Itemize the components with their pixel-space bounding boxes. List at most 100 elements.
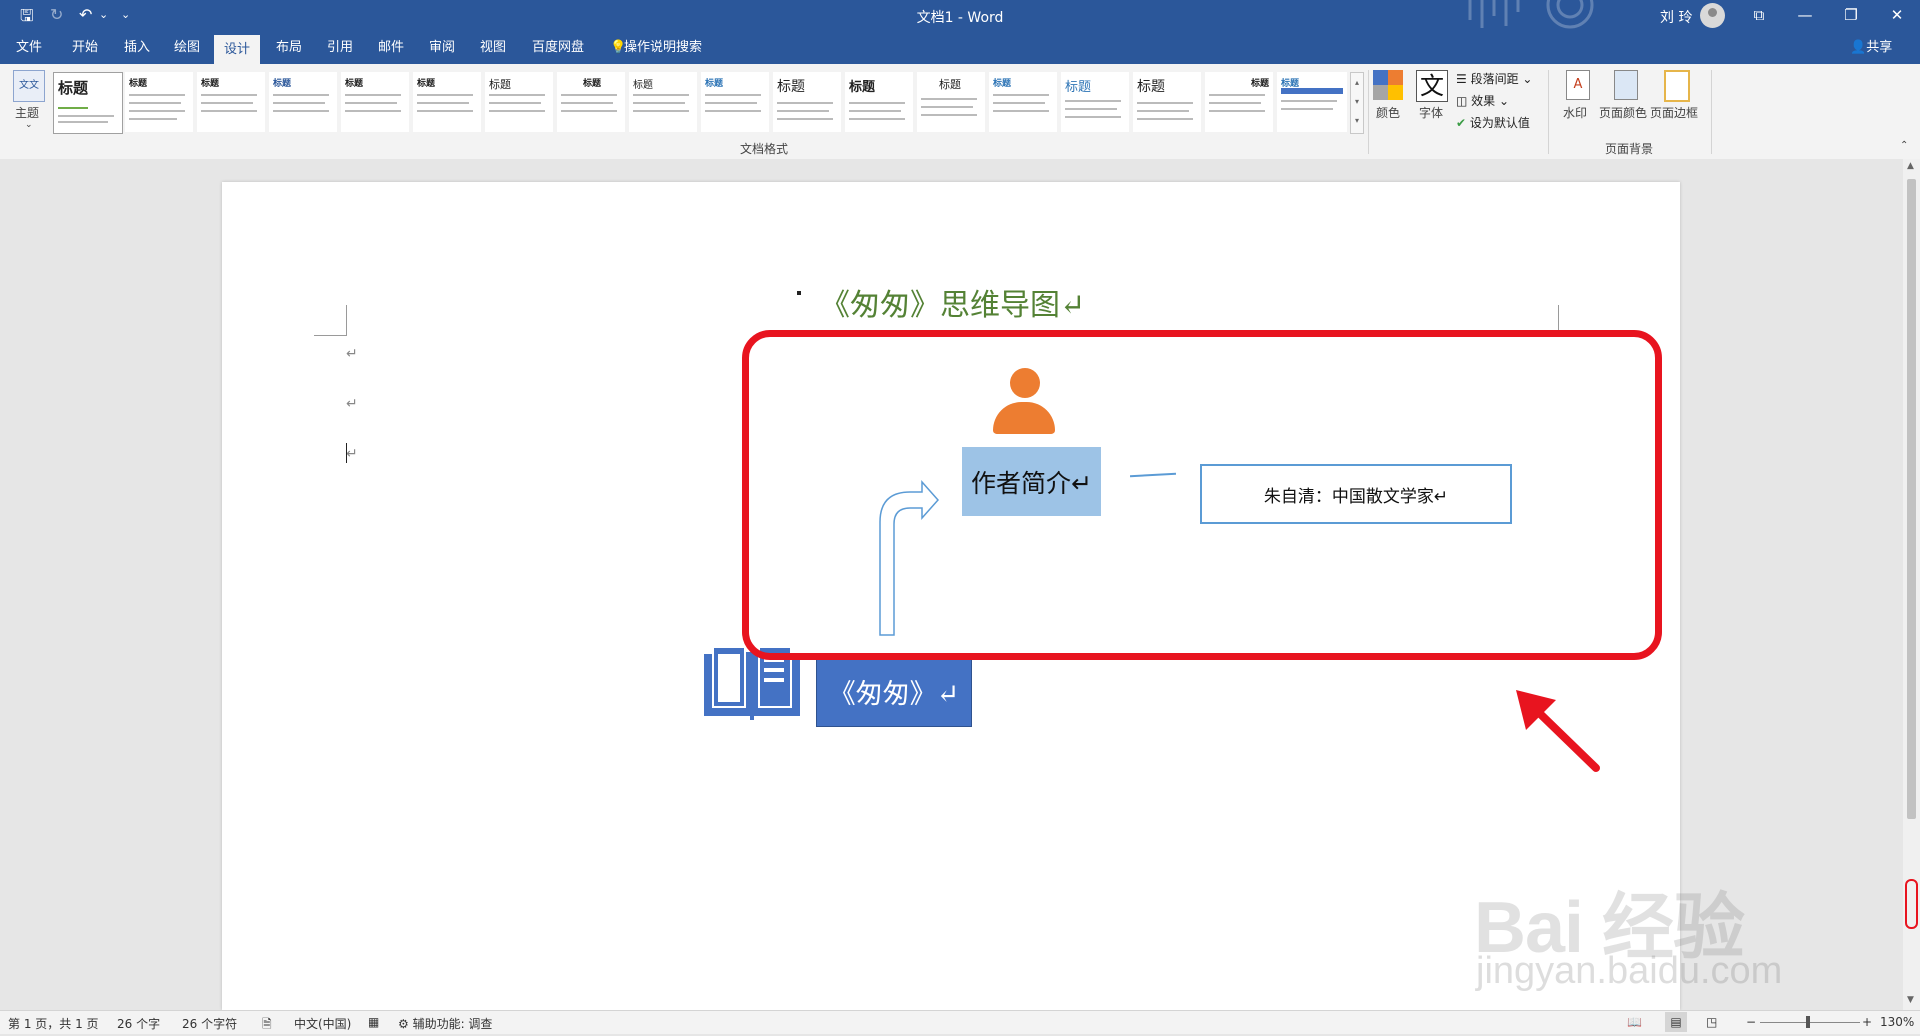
style-set-item[interactable]: 标题	[773, 72, 841, 132]
style-set-title: 标题	[1251, 79, 1270, 89]
ribbon-display-options-icon[interactable]: ⧉	[1736, 0, 1782, 31]
bullet-marker	[797, 291, 801, 295]
tab-file[interactable]: 文件	[6, 31, 52, 64]
group-label-page-background: 页面背景	[1605, 142, 1654, 156]
tab-references[interactable]: 引用	[317, 31, 363, 64]
zoom-in-button[interactable]: +	[1862, 1015, 1872, 1029]
zoom-out-button[interactable]: −	[1746, 1015, 1756, 1029]
char-count[interactable]: 26 个字符	[182, 1015, 237, 1032]
style-set-item[interactable]: 标题	[1205, 72, 1273, 132]
fonts-button[interactable]: 字体	[1419, 104, 1443, 121]
style-set-item[interactable]: 标题	[1061, 72, 1129, 132]
style-set-item[interactable]: 标题	[269, 72, 337, 132]
tab-home[interactable]: 开始	[62, 31, 108, 64]
ribbon-design: 文文 主题 ⌄ 标题 标题 标题 标题 标题 标题 标题 标题 标题 标题 标题…	[0, 64, 1920, 160]
paragraph-spacing-button[interactable]: ☰ 段落间距 ⌄	[1456, 70, 1532, 87]
style-set-title: 标题	[849, 80, 876, 95]
document-heading[interactable]: 《匆匆》思维导图↵	[820, 280, 1085, 324]
style-set-item[interactable]: 标题	[125, 72, 193, 132]
colors-icon[interactable]	[1373, 70, 1403, 100]
user-name[interactable]: 刘 玲	[1660, 7, 1692, 27]
tab-draw[interactable]: 绘图	[164, 31, 210, 64]
style-set-title: 标题	[633, 80, 653, 91]
color-swatch	[1373, 70, 1388, 85]
style-set-item[interactable]: 标题	[989, 72, 1057, 132]
accessibility-icon: ⚙	[398, 1017, 413, 1031]
checkmark-icon: ✔	[1456, 116, 1470, 130]
close-button[interactable]: ✕	[1874, 0, 1920, 31]
style-set-item[interactable]: 标题	[845, 72, 913, 132]
title-bar: 🖫 ↻ ↶ ⌄ ⌄ 文档1 - Word 刘 玲 ⧉ — ❐ ✕	[0, 0, 1920, 31]
ribbon-tabs: 文件 开始 插入 绘图 设计 布局 引用 邮件 审阅 视图 百度网盘 💡 操作说…	[0, 31, 1920, 64]
read-mode-icon[interactable]: 📖	[1627, 1015, 1642, 1029]
page-color-button[interactable]: 页面颜色	[1599, 104, 1647, 121]
page-borders-button[interactable]: 页面边框	[1650, 104, 1698, 121]
style-set-item[interactable]: 标题	[485, 72, 553, 132]
scroll-down-icon[interactable]: ▼	[1907, 995, 1914, 1005]
style-set-title: 标题	[417, 79, 436, 89]
user-avatar[interactable]	[1700, 3, 1725, 28]
effects-button[interactable]: ◫ 效果 ⌄	[1456, 92, 1509, 109]
language[interactable]: 中文(中国)	[294, 1015, 351, 1032]
tab-view[interactable]: 视图	[470, 31, 516, 64]
style-set-item[interactable]: 标题	[53, 72, 123, 134]
style-set-title: 标题	[583, 79, 602, 89]
style-set-title: 标题	[993, 79, 1012, 89]
scroll-up-icon[interactable]: ▲	[1907, 161, 1914, 171]
word-count[interactable]: 26 个字	[117, 1015, 160, 1032]
set-as-default-button[interactable]: ✔ 设为默认值	[1456, 114, 1530, 131]
scroll-thumb[interactable]	[1907, 179, 1916, 819]
collapse-ribbon-icon[interactable]: ⌃	[1900, 140, 1908, 151]
style-set-title: 标题	[1137, 79, 1165, 95]
watermark-icon[interactable]: A	[1566, 70, 1590, 100]
title-box[interactable]: 《匆匆》↵	[816, 655, 972, 727]
person-icon: 👤	[1850, 40, 1867, 55]
vertical-scrollbar[interactable]: ▲ ▼	[1903, 159, 1920, 1010]
print-layout-icon[interactable]: ▤	[1665, 1012, 1687, 1032]
tab-layout[interactable]: 布局	[266, 31, 312, 64]
style-set-title: 标题	[345, 79, 364, 89]
page-count[interactable]: 第 1 页，共 1 页	[8, 1015, 99, 1032]
highlight-annotation-box	[742, 330, 1662, 660]
style-set-item[interactable]: 标题	[629, 72, 697, 132]
paragraph-spacing-icon: ☰	[1456, 72, 1471, 86]
status-bar: 第 1 页，共 1 页 26 个字 26 个字符 🗎 中文(中国) ▦ ⚙ 辅助…	[0, 1010, 1920, 1034]
theme-button[interactable]: 主题	[15, 104, 39, 121]
zoom-slider[interactable]	[1760, 1022, 1860, 1023]
zoom-level[interactable]: 130%	[1880, 1015, 1914, 1029]
style-set-title: 标题	[58, 79, 89, 97]
style-set-item[interactable]: 标题	[701, 72, 769, 132]
style-set-title: 标题	[489, 78, 511, 91]
share-button[interactable]: 👤共享	[1850, 31, 1892, 64]
zoom-slider-thumb[interactable]	[1806, 1016, 1810, 1028]
page-color-icon[interactable]	[1614, 70, 1638, 100]
style-set-item[interactable]: 标题	[413, 72, 481, 132]
colors-button[interactable]: 颜色	[1376, 104, 1400, 121]
watermark-button[interactable]: 水印	[1563, 104, 1587, 121]
theme-icon[interactable]: 文文	[13, 70, 45, 102]
minimize-button[interactable]: —	[1782, 0, 1828, 31]
page-borders-icon[interactable]	[1664, 70, 1690, 102]
style-set-item[interactable]: 标题	[1277, 72, 1347, 132]
fonts-icon[interactable]: 文	[1416, 70, 1448, 102]
accessibility-label: 辅助功能: 调查	[412, 1017, 493, 1031]
style-set-item[interactable]: 标题	[197, 72, 265, 132]
tab-baidu-netdisk[interactable]: 百度网盘	[522, 31, 594, 64]
web-layout-icon[interactable]: ◳	[1706, 1015, 1717, 1029]
tab-review[interactable]: 审阅	[419, 31, 465, 64]
accessibility-checker[interactable]: ⚙ 辅助功能: 调查	[398, 1015, 492, 1032]
tab-design[interactable]: 设计	[214, 35, 261, 64]
style-set-item[interactable]: 标题	[917, 72, 985, 132]
paragraph-mark: ↵	[346, 396, 358, 412]
tab-mailings[interactable]: 邮件	[368, 31, 414, 64]
style-set-item[interactable]: 标题	[557, 72, 625, 132]
gallery-scroll[interactable]: ▴ ▾ ▾	[1350, 72, 1364, 134]
tab-insert[interactable]: 插入	[114, 31, 160, 64]
tell-me-search[interactable]: 操作说明搜索	[624, 31, 712, 64]
macro-icon[interactable]: ▦	[368, 1015, 379, 1029]
effects-icon: ◫	[1456, 94, 1472, 108]
restore-button[interactable]: ❐	[1828, 0, 1874, 31]
style-set-item[interactable]: 标题	[1133, 72, 1201, 132]
theme-dropdown-icon[interactable]: ⌄	[25, 120, 33, 130]
style-set-item[interactable]: 标题	[341, 72, 409, 132]
